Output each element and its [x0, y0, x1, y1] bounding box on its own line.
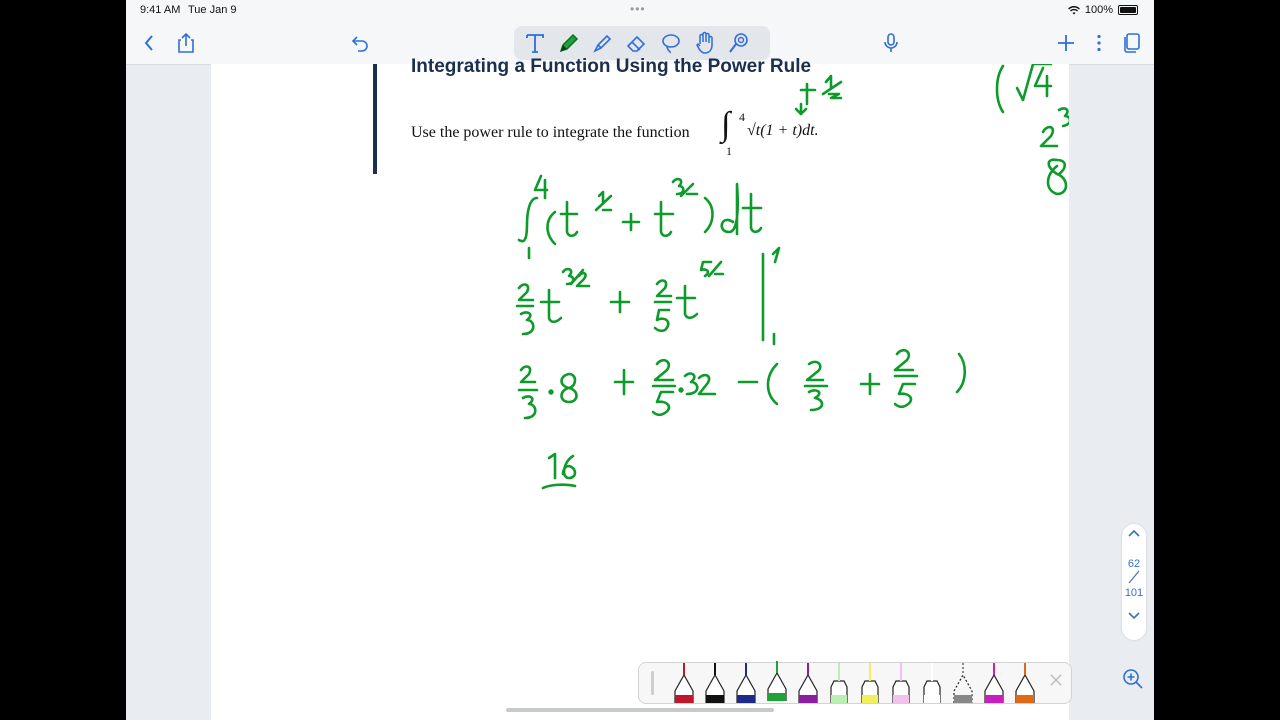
status-bar: 9:41 AM Tue Jan 9 ••• 100%: [126, 0, 1154, 22]
handwritten-ink-layer: [515, 64, 1069, 490]
status-right: 100%: [1067, 4, 1138, 16]
more-icon[interactable]: [1086, 30, 1112, 56]
dashed-lasso-icon[interactable]: [952, 663, 974, 704]
eraser-tool-icon[interactable]: [624, 30, 650, 56]
ink-line-2-antiderivative: [515, 246, 781, 346]
highlighter-tool-icon[interactable]: [590, 30, 616, 56]
total-pages-number: 101: [1124, 587, 1144, 599]
zoom-icon[interactable]: [1122, 668, 1144, 690]
pen-tool-icon[interactable]: [556, 30, 582, 56]
white-highlighter-icon[interactable]: [921, 663, 943, 704]
wifi-icon: [1067, 5, 1080, 14]
page-indicator[interactable]: 62 101: [1122, 524, 1146, 640]
close-icon[interactable]: [1049, 673, 1063, 692]
ink-annotation-t-half: [794, 74, 843, 116]
plus-icon[interactable]: [1053, 30, 1079, 56]
ink-line-3-evaluation: [517, 348, 967, 420]
ink-sqrt4-note: [995, 64, 1069, 196]
red-pen-icon[interactable]: [673, 663, 695, 704]
black-pen-icon[interactable]: [704, 663, 726, 704]
hand-tool-icon[interactable]: [692, 30, 718, 56]
pens-tray: [638, 661, 1072, 704]
pink-highlighter-icon[interactable]: [890, 663, 912, 704]
battery-percent: 100%: [1084, 4, 1113, 16]
ink-line-1-integral: [517, 174, 763, 260]
text-tool-icon[interactable]: [522, 30, 548, 56]
ink-line-4-result: [541, 452, 577, 490]
lasso-tool-icon[interactable]: [658, 30, 684, 56]
tool-palette: [514, 26, 770, 60]
battery-icon: [1118, 5, 1138, 15]
undo-icon[interactable]: [347, 30, 373, 56]
share-icon[interactable]: [173, 30, 199, 56]
status-date: Tue Jan 9: [188, 4, 237, 16]
document-page[interactable]: Integrating a Function Using the Power R…: [211, 56, 1069, 720]
orange-pen-icon[interactable]: [1014, 663, 1036, 704]
navy-pen-icon[interactable]: [735, 663, 757, 704]
purple-pen-icon[interactable]: [797, 663, 819, 704]
current-page-number: 62: [1127, 558, 1141, 570]
yellow-highlighter-icon[interactable]: [859, 663, 881, 704]
chevron-up-icon[interactable]: [1122, 528, 1146, 540]
pages-icon[interactable]: [1119, 30, 1145, 56]
multitasking-dots-icon[interactable]: •••: [630, 2, 646, 16]
home-indicator: [506, 708, 774, 712]
chevron-down-icon[interactable]: [1122, 611, 1146, 623]
green-pen-icon[interactable]: [766, 661, 788, 702]
page-separator: [1122, 570, 1146, 587]
laser-tool-icon[interactable]: [726, 30, 752, 56]
status-time: 9:41 AM: [140, 4, 181, 16]
tray-handle[interactable]: [651, 671, 654, 695]
microphone-icon[interactable]: [878, 30, 904, 56]
chevron-left-icon[interactable]: [136, 30, 162, 56]
ipad-screen: 9:41 AM Tue Jan 9 ••• 100% Integrating a…: [126, 0, 1154, 720]
magenta-pen-icon[interactable]: [983, 663, 1005, 704]
light-green-highlighter-icon[interactable]: [828, 663, 850, 704]
